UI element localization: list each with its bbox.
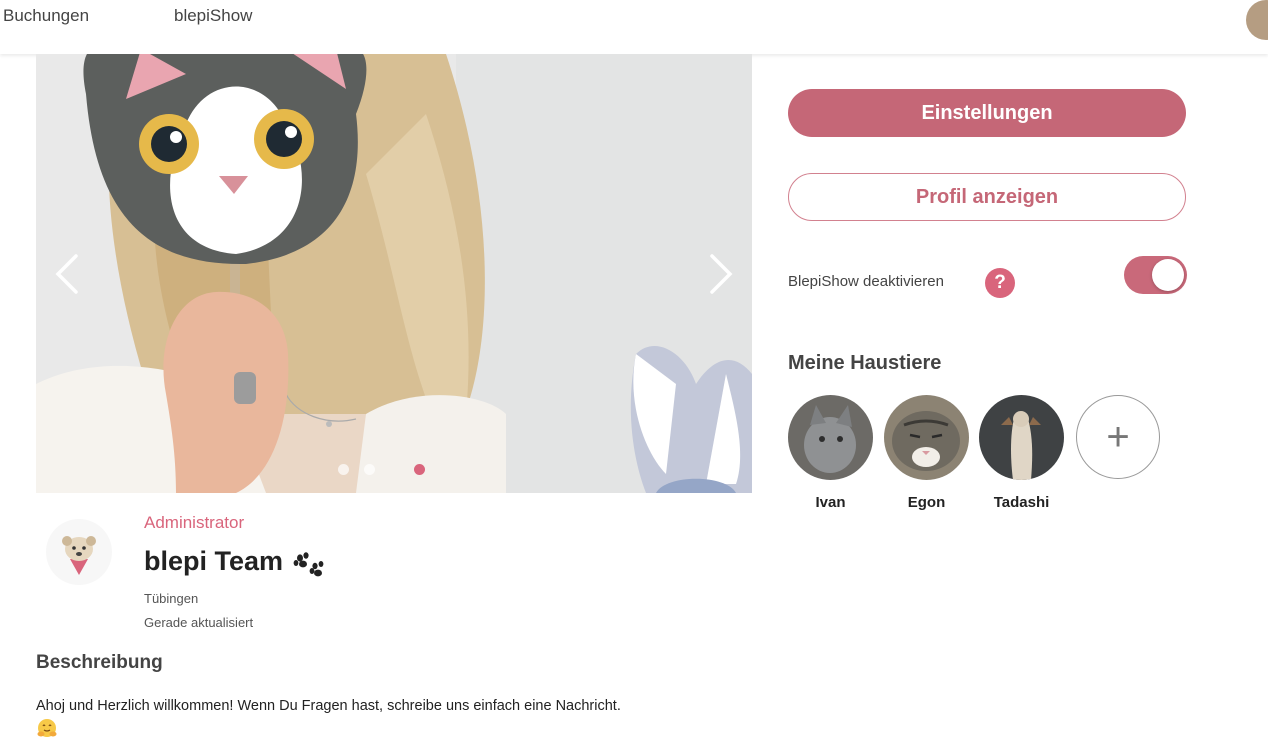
pet-item-tadashi[interactable]: Tadashi (979, 395, 1064, 511)
deactivate-blepishow-label: BlepiShow deaktivieren (788, 273, 944, 290)
pet-avatar-egon (884, 395, 969, 480)
plus-icon: + (1106, 414, 1130, 459)
carousel-dot-3-active[interactable] (414, 464, 425, 475)
pet-item-egon[interactable]: Egon (884, 395, 969, 511)
profile-avatar-icon (46, 519, 112, 585)
settings-button[interactable]: Einstellungen (788, 89, 1186, 137)
carousel-slide-image (36, 54, 752, 493)
toggle-knob (1152, 259, 1184, 291)
profile-name: blepi Team (144, 546, 284, 576)
pet-name-tadashi: Tadashi (993, 494, 1050, 511)
profile-updated-status: Gerade aktualisiert (144, 615, 254, 630)
help-icon[interactable]: ? (985, 268, 1015, 298)
nav-item-buchungen[interactable]: Buchungen (3, 6, 89, 26)
carousel-next-icon[interactable] (700, 250, 740, 298)
carousel-prev-icon[interactable] (48, 250, 88, 298)
pet-name-ivan: Ivan (815, 494, 846, 511)
view-profile-button[interactable]: Profil anzeigen (788, 173, 1186, 221)
hugging-face-emoji-icon (37, 719, 57, 737)
add-pet-button[interactable]: + (1076, 395, 1160, 479)
carousel-dot-1[interactable] (338, 464, 349, 475)
profile-role: Administrator (144, 513, 245, 532)
pet-item-ivan[interactable]: Ivan (788, 395, 873, 511)
pet-avatar-ivan (788, 395, 873, 480)
description-title: Beschreibung (36, 652, 163, 673)
user-avatar[interactable] (1246, 0, 1268, 40)
blepishow-toggle[interactable] (1124, 256, 1187, 294)
paw-icon (293, 552, 324, 577)
pet-name-egon: Egon (907, 494, 946, 511)
pet-avatar-tadashi (979, 395, 1064, 480)
description-text: Ahoj und Herzlich willkommen! Wenn Du Fr… (36, 698, 621, 714)
carousel-dot-2[interactable] (364, 464, 375, 475)
photo-carousel[interactable] (36, 54, 752, 493)
pets-section-title: Meine Haustiere (788, 352, 942, 374)
profile-city: Tübingen (144, 591, 199, 606)
top-nav: Buchungen blepiShow (0, 0, 1268, 54)
nav-item-blepishow[interactable]: blepiShow (174, 6, 252, 26)
